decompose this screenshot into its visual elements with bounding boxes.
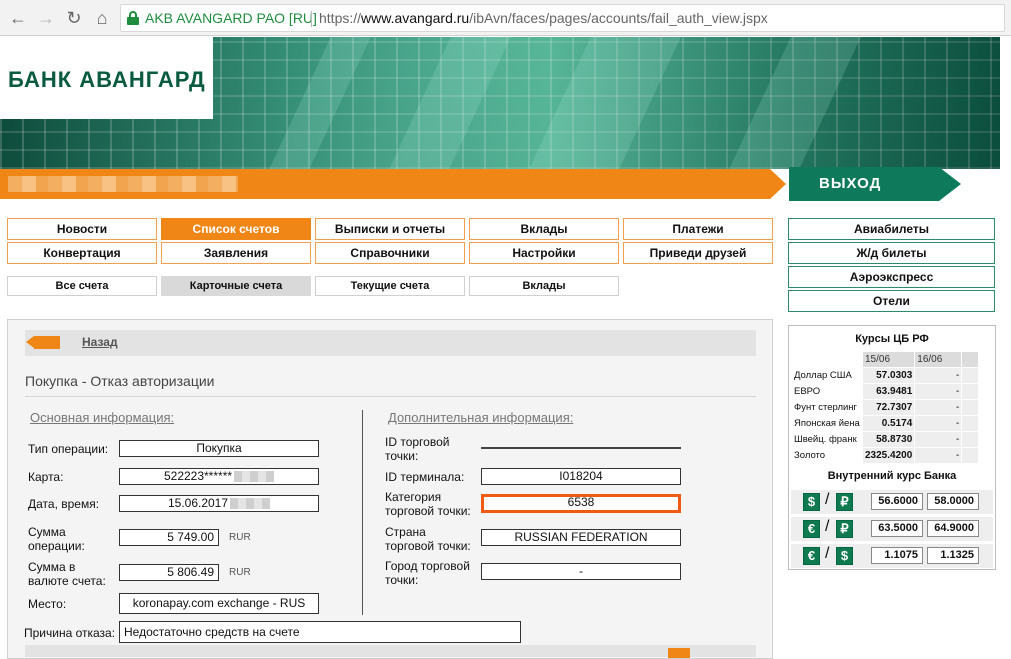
card-value: 522223****** [119,468,319,485]
rate-buy: 56.6000 [871,493,923,510]
reason-label: Причина отказа: [24,626,116,640]
internal-rate-row: € / ₽ 63.5000 64.9000 [791,517,993,541]
menu-settings[interactable]: Настройки [469,242,619,264]
submenu-deposits[interactable]: Вклады [469,276,619,296]
page-title: Покупка - Отказ авторизации [25,373,215,389]
table-row: Доллар США 57.0303- [792,368,979,383]
internal-rates-title: Внутренний курс Банка [827,470,957,482]
reload-icon[interactable]: ↻ [62,6,86,30]
back-row [25,330,756,356]
acc-sum-currency: RUR [229,567,251,578]
op-sum-currency: RUR [229,532,251,543]
op-type-value: Покупка [119,440,319,457]
op-type-label: Тип операции: [28,442,109,456]
table-row: Швейц. франк 58.8730- [792,432,979,447]
side-hotels[interactable]: Отели [788,290,995,312]
ruble-icon: ₽ [836,493,853,511]
secure-site-label: AKB AVANGARD PAO [RU] [145,10,317,26]
back-arrow-icon[interactable] [26,336,60,349]
op-sum-value: 5 749.00 [119,529,219,546]
country-value: RUSSIAN FEDERATION [481,529,681,546]
rate-sell: 58.0000 [927,493,979,510]
datetime-label: Дата, время: [28,497,100,511]
address-bar[interactable]: AKB AVANGARD PAO [RU] https://www.avanga… [120,4,1005,32]
card-label: Карта: [28,470,64,484]
country-label: Страна торговой точки: [385,525,471,553]
menu-conversion[interactable]: Конвертация [7,242,157,264]
ruble-icon: ₽ [836,520,853,538]
rate-date-2: 16/06 [915,352,962,367]
card-number-redacted [234,471,275,483]
internal-rate-row: $ / ₽ 56.6000 58.0000 [791,490,993,514]
category-value: 6538 [481,494,681,513]
menu-applications[interactable]: Заявления [161,242,311,264]
merchant-id-value [481,432,681,449]
dollar-icon: $ [836,547,853,565]
euro-icon: € [803,547,820,565]
terminal-label: ID терминала: [385,470,465,484]
rate-date-1: 15/06 [863,352,915,367]
cbr-rates-title: Курсы ЦБ РФ [855,333,929,345]
cbr-rates-table: 15/06 16/06 Доллар США 57.0303- ЕВРО 63.94… [791,351,979,464]
browser-toolbar: ← → ↻ ⌂ AKB AVANGARD PAO [RU] https://ww… [0,0,1011,36]
rate-sell: 1.1325 [927,547,979,564]
internal-rate-row: € / $ 1.1075 1.1325 [791,544,993,568]
side-flights[interactable]: Авиабилеты [788,218,995,240]
menu-accounts-list[interactable]: Список счетов [161,218,311,240]
home-icon[interactable]: ⌂ [90,6,114,30]
user-name-redacted [8,176,238,192]
menu-payments[interactable]: Платежи [623,218,773,240]
table-row: ЕВРО 63.9481- [792,384,979,399]
table-row: Золото 2325.4200- [792,448,979,463]
dollar-icon: $ [803,493,820,511]
bottom-back-arrow-icon[interactable] [668,648,690,658]
back-arrow-icon[interactable]: ← [6,6,30,30]
bank-logo-text: БАНК АВАНГАРД [8,67,206,92]
extra-info-heading: Дополнительная информация: [388,410,574,425]
acc-sum-label: Сумма в валюте счета: [28,560,106,588]
side-train-tickets[interactable]: Ж/д билеты [788,242,995,264]
bank-logo[interactable]: БАНК АВАНГАРД [0,37,213,119]
rate-buy: 63.5000 [871,520,923,537]
url-text: https://www.avangard.ru/ibAvn/faces/page… [319,10,768,26]
back-link[interactable]: Назад [82,335,118,349]
exit-button[interactable]: ВЫХОД [789,167,961,201]
place-label: Место: [28,597,67,611]
terminal-value: I018204 [481,468,681,485]
menu-news[interactable]: Новости [7,218,157,240]
euro-icon: € [803,520,820,538]
acc-sum-value: 5 806.49 [119,564,219,581]
lock-icon [127,11,139,25]
reason-value: Недостаточно средств на счете [119,621,521,643]
submenu-card-accounts[interactable]: Карточные счета [161,276,311,296]
menu-invite-friends[interactable]: Приведи друзей [623,242,773,264]
forward-arrow-icon[interactable]: → [34,6,58,30]
merchant-id-label: ID торговой точки: [385,435,450,463]
side-aeroexpress[interactable]: Аэроэкспресс [788,266,995,288]
menu-references[interactable]: Справочники [315,242,465,264]
op-sum-label: Сумма операции: [28,525,85,553]
place-value: koronapay.com exchange - RUS [119,593,319,614]
city-value: - [481,563,681,580]
rate-sell: 64.9000 [927,520,979,537]
menu-statements[interactable]: Выписки и отчеты [315,218,465,240]
city-label: Город торговой точки: [385,559,470,587]
submenu-current-accounts[interactable]: Текущие счета [315,276,465,296]
datetime-value: 15.06.2017 [119,495,319,512]
rate-buy: 1.1075 [871,547,923,564]
time-redacted [230,498,271,510]
menu-deposits[interactable]: Вклады [469,218,619,240]
main-info-heading: Основная информация: [30,410,175,425]
category-label: Категория торговой точки: [385,490,471,518]
table-row: Японская йена 0.5174- [792,416,979,431]
submenu-all-accounts[interactable]: Все счета [7,276,157,296]
table-row: Фунт стерлинг 72.7307- [792,400,979,415]
